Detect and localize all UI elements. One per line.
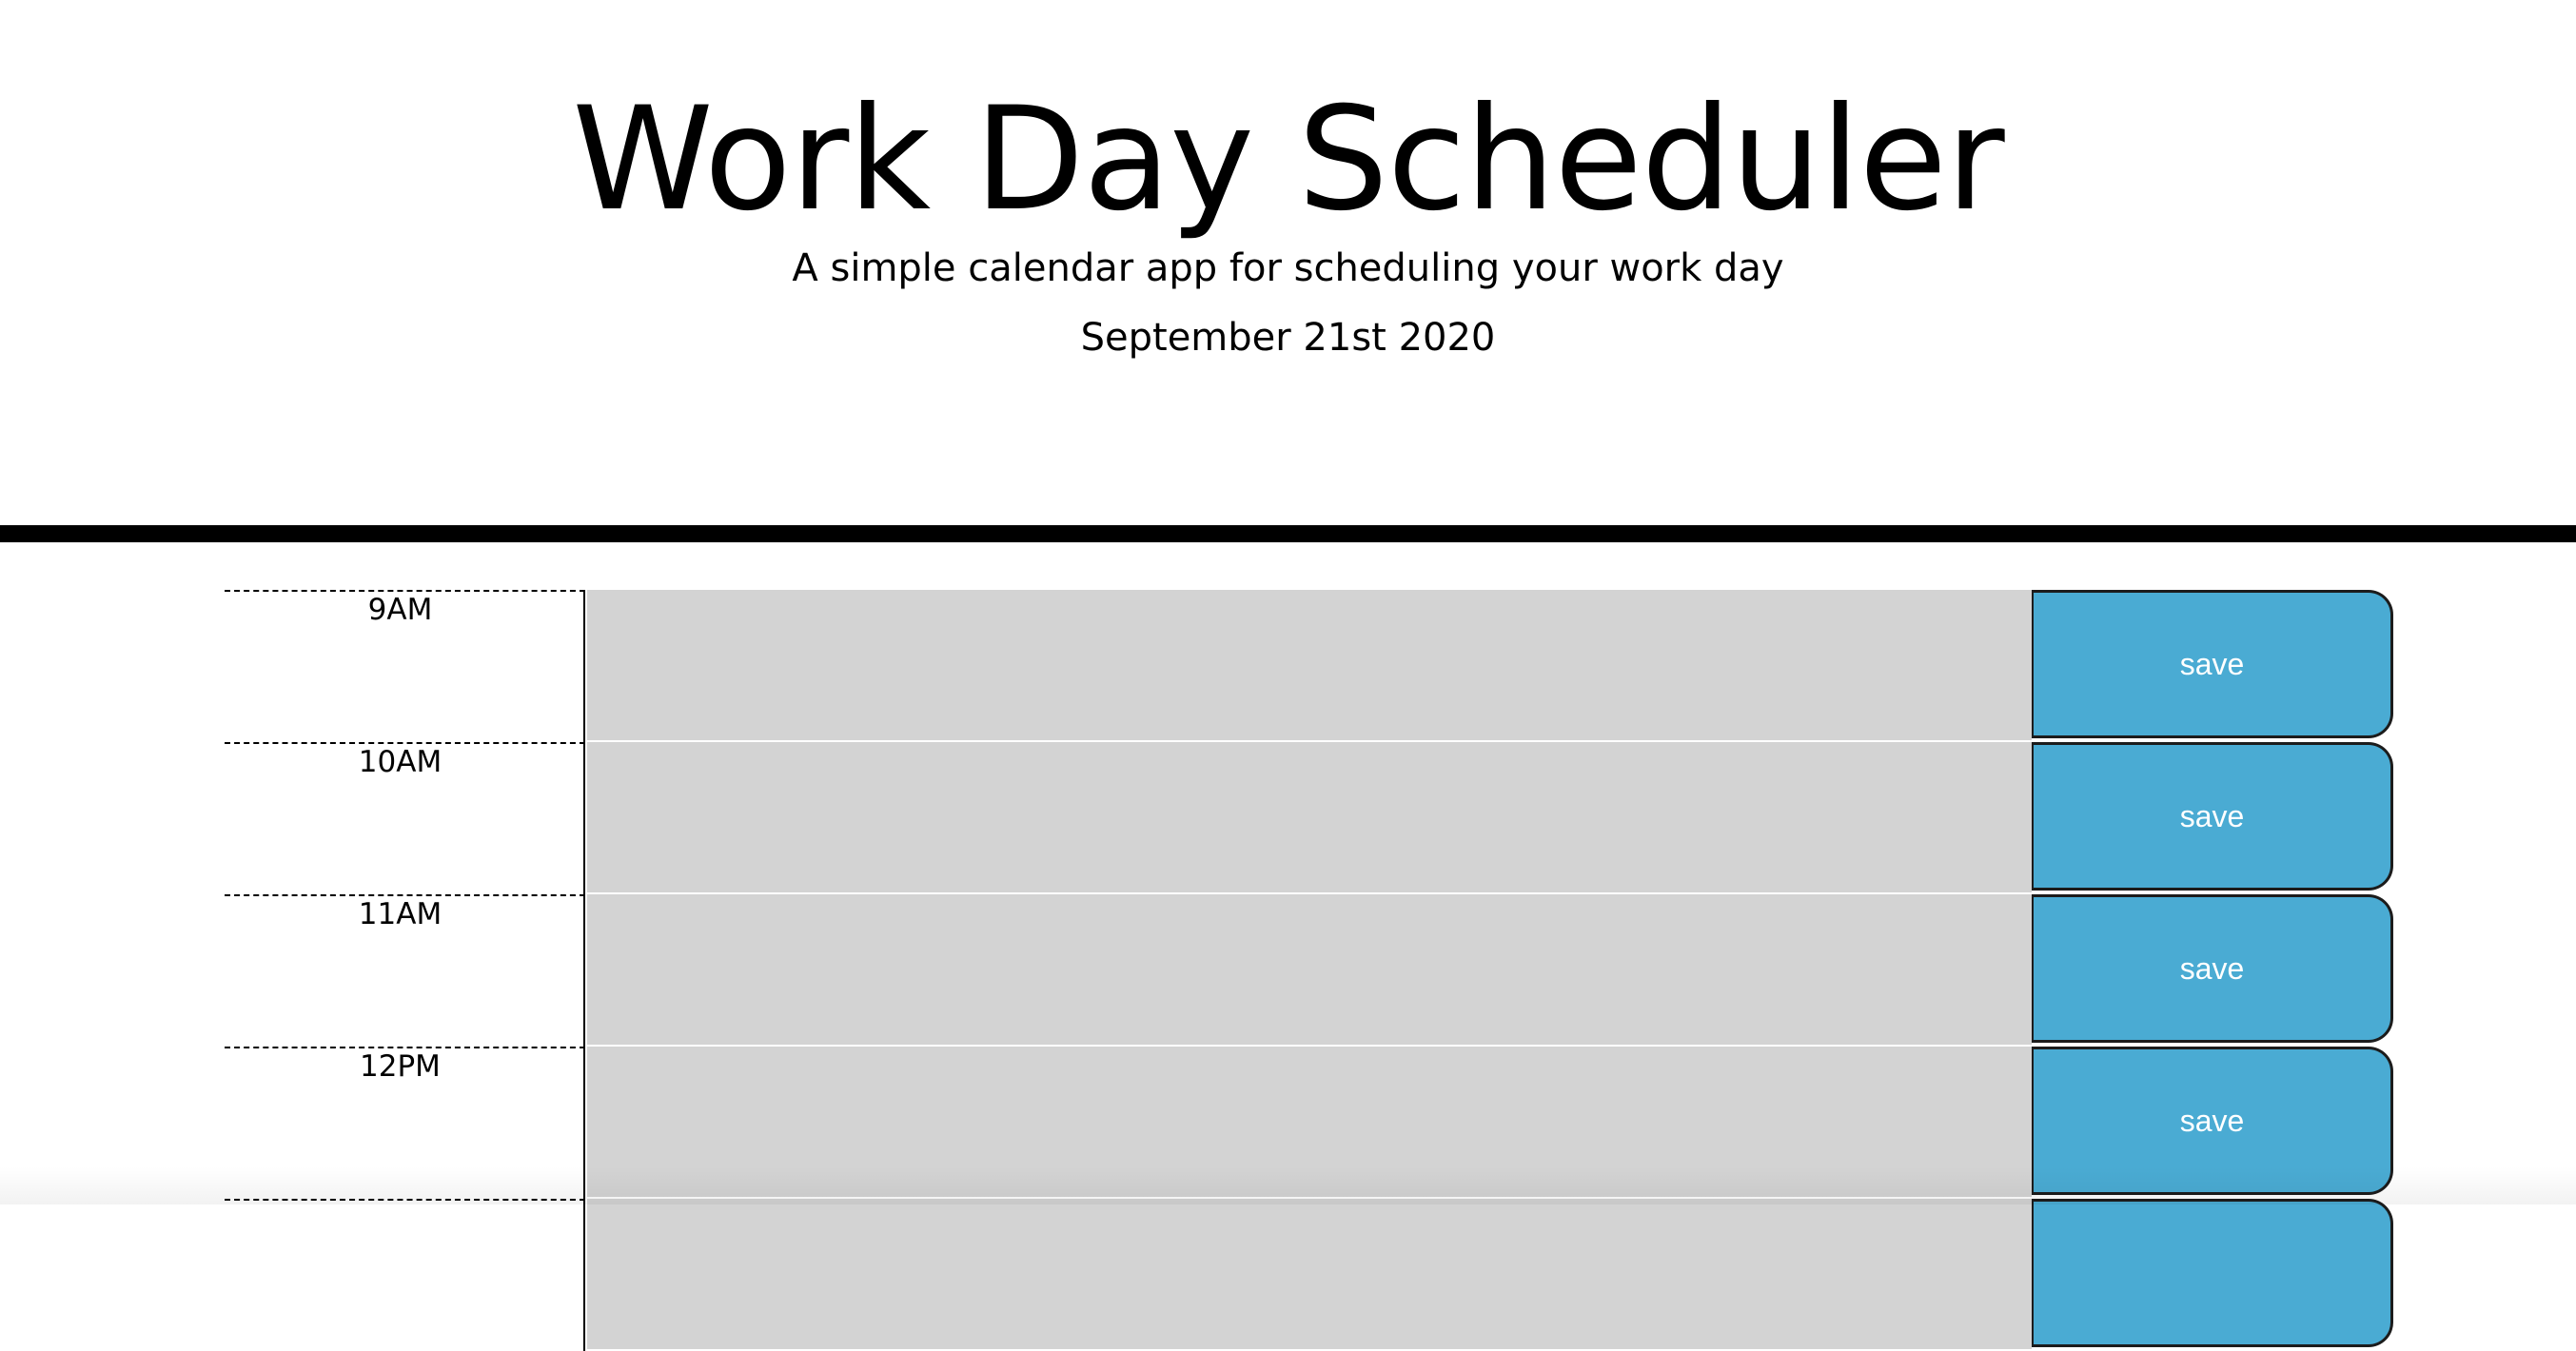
hour-label: 10AM [225, 742, 585, 894]
hour-label [225, 1199, 585, 1351]
event-description-input[interactable] [587, 894, 2032, 1047]
header: Work Day Scheduler A simple calendar app… [0, 0, 2576, 542]
time-block-9am: 9AM save [225, 590, 2394, 742]
time-block-12pm: 12PM save [225, 1047, 2394, 1199]
page-subtitle: A simple calendar app for scheduling you… [792, 246, 1784, 290]
page-title: Work Day Scheduler [572, 77, 2004, 243]
time-block-10am: 10AM save [225, 742, 2394, 894]
event-description-input[interactable] [587, 1047, 2032, 1199]
save-button[interactable]: save [2032, 590, 2393, 738]
save-button[interactable]: save [2032, 742, 2393, 891]
event-description-input[interactable] [587, 590, 2032, 742]
hour-label: 9AM [225, 590, 585, 742]
schedule-container: 9AM save 10AM save 11AM save 12PM save [225, 590, 2394, 1351]
time-block-11am: 11AM save [225, 894, 2394, 1047]
save-button[interactable] [2032, 1199, 2393, 1347]
event-description-input[interactable] [587, 1199, 2032, 1351]
event-description-input[interactable] [587, 742, 2032, 894]
hour-label: 11AM [225, 894, 585, 1047]
save-button[interactable]: save [2032, 1047, 2393, 1195]
time-block-1pm [225, 1199, 2394, 1351]
save-button[interactable]: save [2032, 894, 2393, 1043]
hour-label: 12PM [225, 1047, 585, 1199]
current-day: September 21st 2020 [1080, 316, 1496, 360]
